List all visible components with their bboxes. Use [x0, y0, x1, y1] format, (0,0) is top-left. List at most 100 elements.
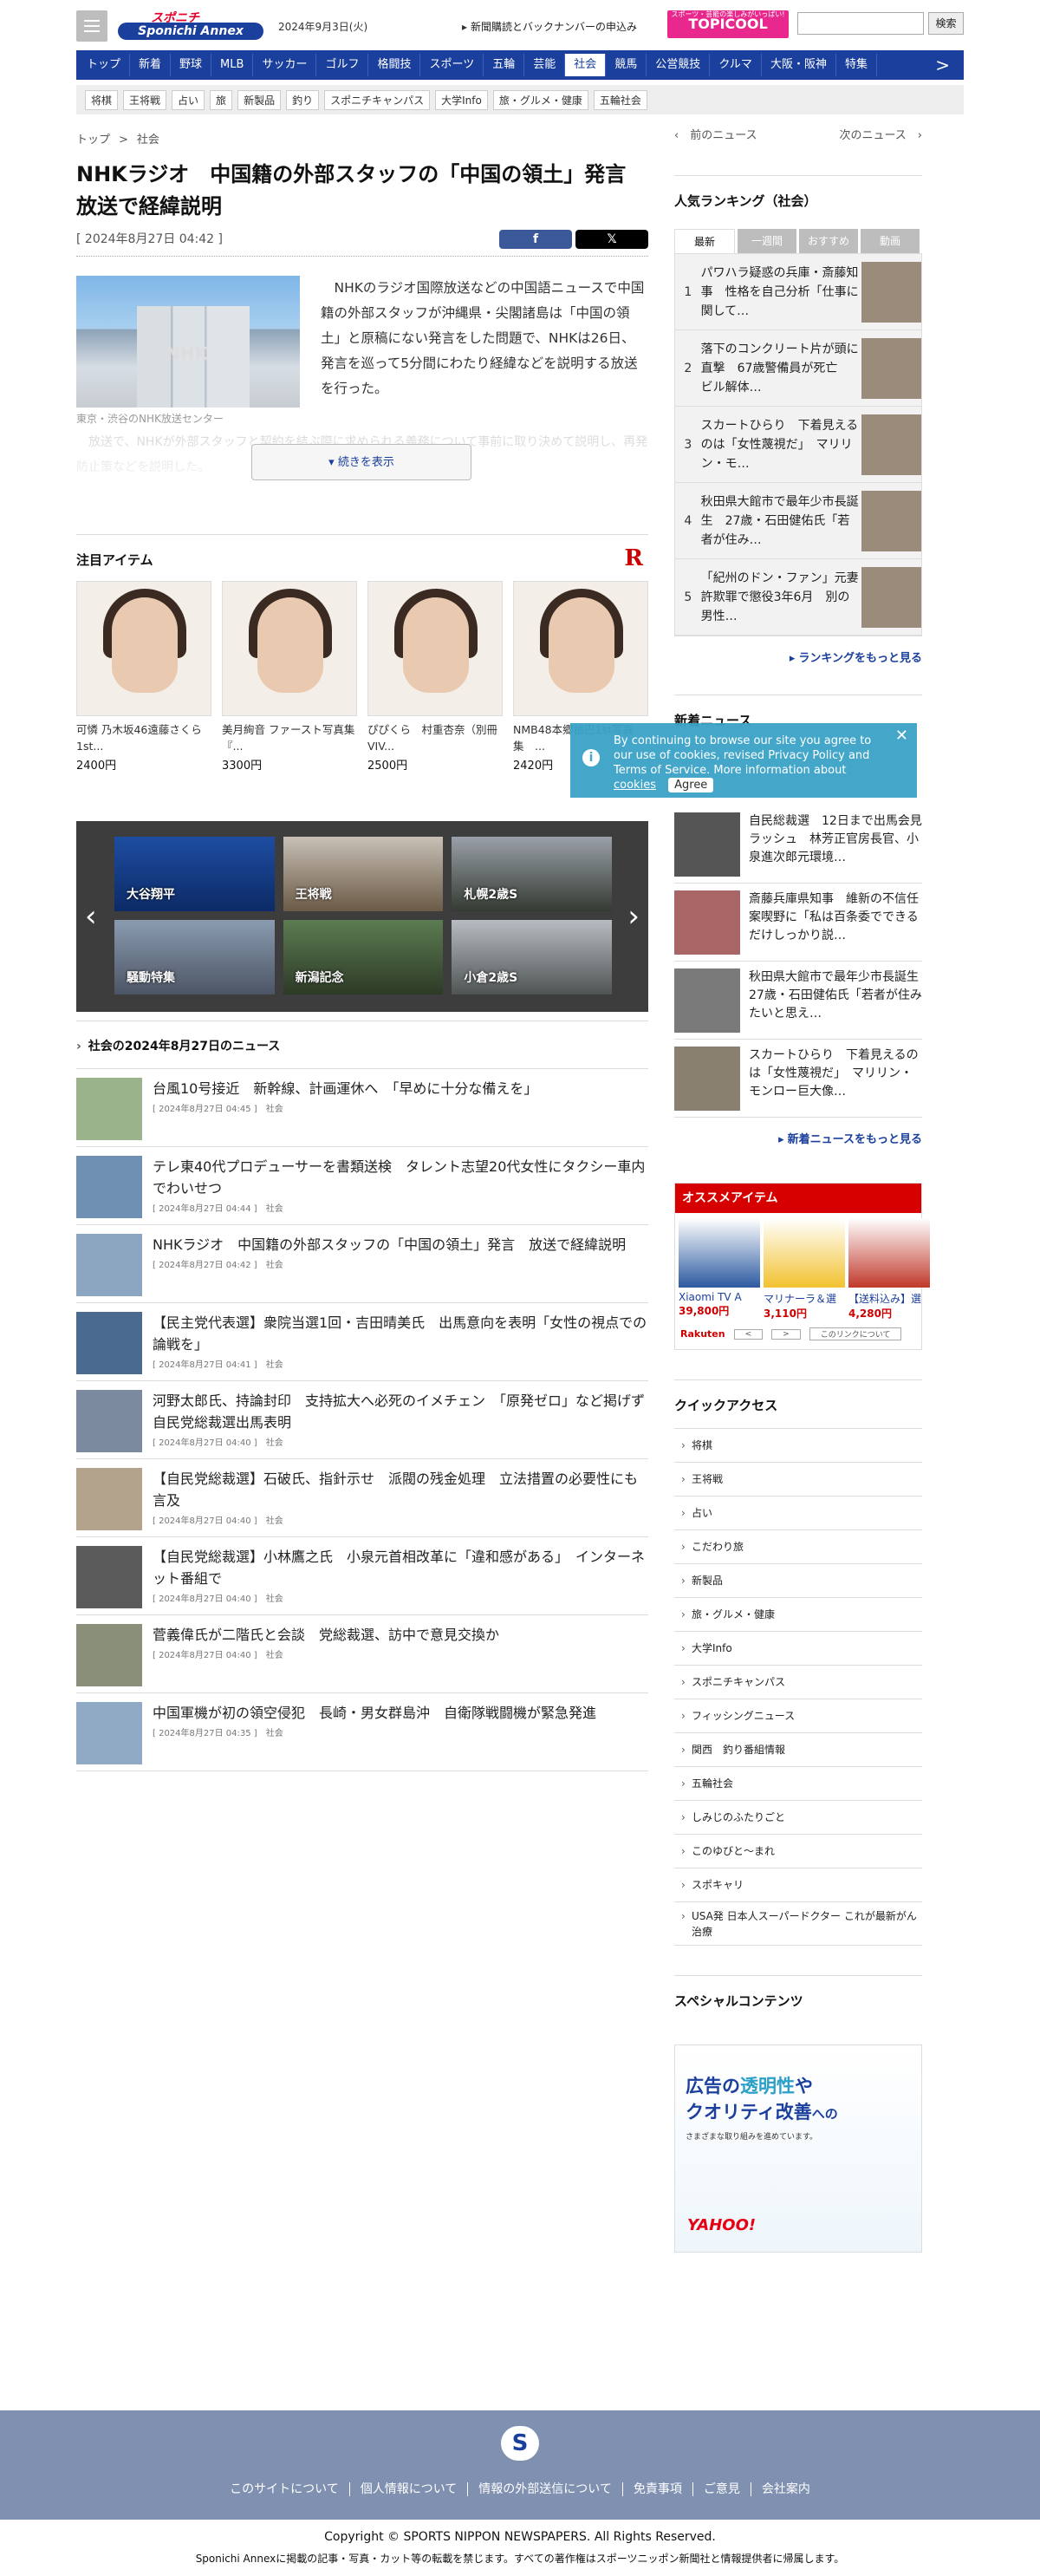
- cookie-link[interactable]: cookies: [614, 779, 656, 792]
- cookie-agree-button[interactable]: Agree: [668, 778, 714, 792]
- nav-item[interactable]: スポーツ: [420, 54, 484, 76]
- ranking-more-link[interactable]: ランキングをもっと見る: [674, 649, 922, 665]
- quick-access-item[interactable]: 大学Info: [674, 1632, 922, 1666]
- quick-access-item[interactable]: 将棋: [674, 1429, 922, 1463]
- news-thumb[interactable]: [76, 1702, 142, 1764]
- quick-access-item[interactable]: しみじのふたりごと: [674, 1801, 922, 1835]
- feature-tile[interactable]: 大谷翔平: [114, 837, 275, 911]
- ranking-item[interactable]: 4 秋田県大館市で最年少市長誕生 27歳・石田健佑氏「若者が住み…: [675, 483, 921, 559]
- recommended-next-button[interactable]: >: [771, 1328, 801, 1340]
- new-news-thumb[interactable]: [674, 890, 740, 955]
- news-row[interactable]: 【民主党代表選】衆院当選1回・吉田晴美氏 出馬意向を表明「女性の視点での論戦を」…: [76, 1303, 648, 1381]
- news-title[interactable]: 菅義偉氏が二階氏と会談 党総裁選、訪中で意見交換か: [153, 1624, 499, 1646]
- recommended-name[interactable]: 【送料込み】選: [848, 1291, 930, 1306]
- ranking-title[interactable]: 秋田県大館市で最年少市長誕生 27歳・石田健佑氏「若者が住み…: [701, 492, 860, 550]
- ranking-thumb[interactable]: [861, 490, 921, 551]
- subnav-item[interactable]: 占い: [172, 89, 205, 110]
- quick-access-item[interactable]: 五輪社会: [674, 1767, 922, 1801]
- news-title[interactable]: 【自民党総裁選】石破氏、指針示せ 派閥の残金処理 立法措置の必要性にも言及: [153, 1468, 648, 1511]
- ranking-tab[interactable]: 最新: [674, 229, 735, 253]
- quick-access-item[interactable]: 占い: [674, 1497, 922, 1530]
- news-title[interactable]: 河野太郎氏、持論封印 支持拡大へ必死のイメチェン 「原発ゼロ」など掲げず自民党総…: [153, 1390, 648, 1433]
- news-thumb[interactable]: [76, 1234, 142, 1296]
- news-thumb[interactable]: [76, 1156, 142, 1218]
- nav-item[interactable]: 芸能: [524, 54, 566, 76]
- news-title[interactable]: NHKラジオ 中国籍の外部スタッフの「中国の領土」発言 放送で経緯説明: [153, 1234, 626, 1255]
- footer-logo[interactable]: S: [501, 2426, 539, 2461]
- quick-access-item[interactable]: フィッシングニュース: [674, 1699, 922, 1733]
- quick-access-item[interactable]: 新製品: [674, 1564, 922, 1598]
- news-row[interactable]: 台風10号接近 新幹線、計画運休へ 「早めに十分な備えを」 [ 2024年8月27…: [76, 1069, 648, 1147]
- search-button[interactable]: 検索: [928, 12, 964, 35]
- footer-link[interactable]: このサイトについて: [219, 2482, 350, 2496]
- nav-item[interactable]: MLB: [211, 54, 254, 76]
- nav-item[interactable]: ゴルフ: [316, 54, 369, 76]
- recommended-item[interactable]: マリナーラ＆選 3,110円: [764, 1218, 845, 1321]
- topicool-banner[interactable]: スポーツ・芸能の楽しみがいっぱい! TOPICOOL: [667, 10, 789, 38]
- recommended-image[interactable]: [764, 1218, 845, 1288]
- news-thumb[interactable]: [76, 1078, 142, 1140]
- quick-access-item[interactable]: 旅・グルメ・健康: [674, 1598, 922, 1632]
- new-news-title[interactable]: 斎藤兵庫県知事 維新の不信任案喫野に「私は百条委でできるだけしっかり説…: [749, 890, 922, 945]
- ranking-title[interactable]: 「紀州のドン・ファン」元妻 許欺罪で懲役3年6月 別の男性…: [701, 569, 860, 626]
- ranking-thumb[interactable]: [861, 414, 921, 475]
- quick-access-item[interactable]: 王将戦: [674, 1463, 922, 1497]
- recommended-name[interactable]: マリナーラ＆選: [764, 1291, 845, 1306]
- nav-item[interactable]: 野球: [171, 54, 212, 76]
- focus-item[interactable]: ぴぴくら 村重杏奈（別冊VIV... 2500円: [367, 581, 503, 773]
- breadcrumb-section[interactable]: 社会: [137, 134, 159, 147]
- subnav-item[interactable]: 王将戦: [123, 89, 167, 110]
- quick-access-item[interactable]: 関西 釣り番組情報: [674, 1733, 922, 1767]
- nav-item[interactable]: 格闘技: [368, 54, 421, 76]
- continue-reading-button[interactable]: ▾ 続きを表示: [251, 444, 471, 480]
- nav-more-button[interactable]: >: [926, 54, 959, 76]
- footer-link[interactable]: ご意見: [692, 2482, 751, 2496]
- news-title[interactable]: テレ東40代プロデューサーを書類送検 タレント志望20代女性にタクシー車内でわい…: [153, 1156, 648, 1199]
- recommended-image[interactable]: [679, 1218, 760, 1288]
- subnav-item[interactable]: 旅: [210, 89, 233, 110]
- subnav-item[interactable]: 五輪社会: [593, 89, 647, 110]
- close-icon[interactable]: ✕: [895, 728, 908, 744]
- new-news-item[interactable]: 秋田県大館市で最年少市長誕生 27歳・石田健佑氏「若者が住みたいと思え…[ 9月…: [674, 962, 922, 1040]
- ranking-tab[interactable]: 一週間: [738, 229, 796, 253]
- ranking-tab[interactable]: 動画: [861, 229, 920, 253]
- quick-access-item[interactable]: スポキャリ: [674, 1868, 922, 1902]
- new-news-title[interactable]: スカートひらり 下着見えるのは「女性蔑視だ」 マリリン・モンロー巨大像…: [749, 1047, 922, 1101]
- news-thumb[interactable]: [76, 1546, 142, 1608]
- news-thumb[interactable]: [76, 1312, 142, 1374]
- ranking-thumb[interactable]: [861, 337, 921, 399]
- nav-item[interactable]: 大阪・阪神: [762, 54, 836, 76]
- nav-item[interactable]: クルマ: [710, 54, 762, 76]
- nav-item[interactable]: 五輪: [484, 54, 525, 76]
- subnav-item[interactable]: 大学Info: [435, 89, 488, 110]
- news-row[interactable]: 【自民党総裁選】石破氏、指針示せ 派閥の残金処理 立法措置の必要性にも言及 [ 2…: [76, 1459, 648, 1537]
- news-row[interactable]: 河野太郎氏、持論封印 支持拡大へ必死のイメチェン 「原発ゼロ」など掲げず自民党総…: [76, 1381, 648, 1459]
- feature-tile[interactable]: 王将戦: [283, 837, 444, 911]
- ranking-item[interactable]: 5 「紀州のドン・ファン」元妻 許欺罪で懲役3年6月 別の男性…: [675, 559, 921, 636]
- ranking-title[interactable]: 落下のコンクリート片が頭に直撃 67歳警備員が死亡 ビル解体…: [701, 340, 860, 397]
- nav-item[interactable]: 社会: [565, 54, 607, 76]
- recommended-name[interactable]: Xiaomi TV A: [679, 1291, 760, 1303]
- subnav-item[interactable]: 将棋: [85, 89, 119, 110]
- ranking-thumb[interactable]: [861, 261, 921, 323]
- ranking-tab[interactable]: おすすめ: [799, 229, 858, 253]
- quick-access-item[interactable]: スポニチキャンパス: [674, 1666, 922, 1699]
- news-thumb[interactable]: [76, 1390, 142, 1452]
- nav-item[interactable]: 公営競技: [647, 54, 711, 76]
- subnav-item[interactable]: 新製品: [237, 89, 282, 110]
- focus-item-image[interactable]: [367, 581, 503, 716]
- nav-item[interactable]: サッカー: [253, 54, 317, 76]
- ranking-item[interactable]: 3 スカートひらり 下着見えるのは「女性蔑視だ」 マリリン・モ…: [675, 407, 921, 483]
- footer-link[interactable]: 情報の外部送信について: [468, 2482, 623, 2496]
- new-news-title[interactable]: 自民総裁選 12日まで出馬会見ラッシュ 林芳正官房長官、小泉進次郎元環境…: [749, 812, 922, 867]
- nav-item[interactable]: 新着: [130, 54, 172, 76]
- nav-item[interactable]: 特集: [836, 54, 877, 76]
- footer-link[interactable]: 免責事項: [622, 2482, 693, 2496]
- new-news-thumb[interactable]: [674, 968, 740, 1033]
- news-row[interactable]: テレ東40代プロデューサーを書類送検 タレント志望20代女性にタクシー車内でわい…: [76, 1147, 648, 1225]
- subnav-item[interactable]: スポニチキャンパス: [324, 89, 431, 110]
- feature-tile[interactable]: 札幌2歳S: [452, 837, 612, 911]
- breadcrumb-home[interactable]: トップ: [76, 134, 110, 147]
- focus-item[interactable]: 美月絢音 ファースト写真集『... 3300円: [222, 581, 357, 773]
- news-title[interactable]: 【民主党代表選】衆院当選1回・吉田晴美氏 出馬意向を表明「女性の視点での論戦を」: [153, 1312, 648, 1355]
